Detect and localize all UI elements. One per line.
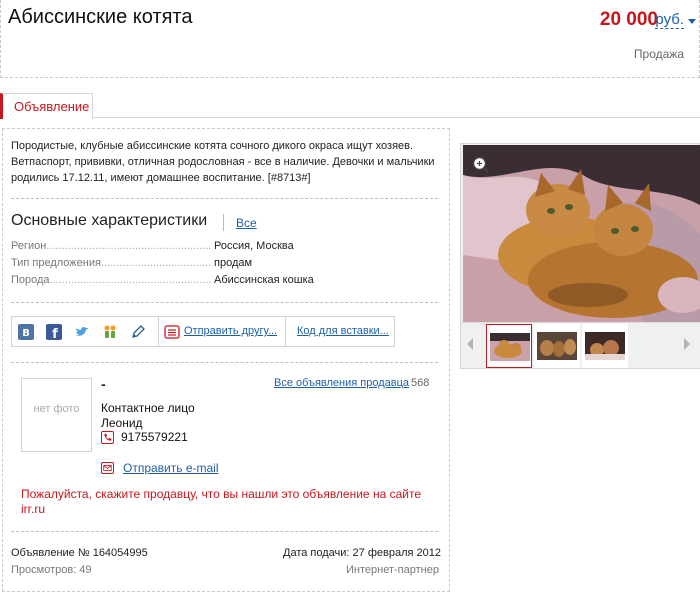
characteristic-key: Порода	[11, 274, 211, 286]
divider	[11, 362, 438, 363]
gallery-thumbnail[interactable]	[534, 324, 580, 368]
share-bar: B f Отправить другу... Код для вставки..…	[11, 316, 395, 347]
zoom-icon[interactable]	[472, 156, 490, 174]
deal-type: Продажа	[633, 47, 684, 61]
odnoklassniki-icon[interactable]	[102, 324, 118, 340]
seller-notice: Пожалуйста, скажите продавцу, что вы наш…	[21, 487, 421, 516]
divider	[11, 302, 438, 303]
vkontakte-icon[interactable]: B	[18, 324, 34, 340]
price-value: 20 000	[599, 9, 658, 30]
chevron-left-icon[interactable]	[467, 338, 473, 350]
tab-bar	[0, 93, 700, 118]
divider	[11, 531, 438, 532]
views-count: Просмотров: 49	[11, 564, 92, 576]
email-icon[interactable]	[101, 462, 114, 474]
send-to-friend-link[interactable]: Отправить другу...	[184, 325, 277, 337]
main-photo[interactable]	[463, 145, 700, 322]
currency-selector[interactable]: руб.	[655, 12, 684, 29]
contact-person: Контактное лицо Леонид	[101, 401, 195, 431]
seller-avatar: нет фото	[21, 378, 92, 452]
send-email-link[interactable]: Отправить e-mail	[123, 461, 219, 475]
svg-text:B: B	[22, 328, 30, 339]
tab-ad[interactable]: Объявление	[0, 93, 93, 119]
characteristic-row: Регион Россия, Москва	[11, 240, 431, 256]
characteristics-title: Основные характеристики	[11, 212, 208, 229]
divider	[285, 317, 286, 346]
twitter-icon[interactable]	[74, 324, 90, 340]
partner-label: Интернет-партнер	[346, 564, 439, 576]
contact-name: Леонид	[101, 416, 143, 430]
gallery-thumbnail[interactable]	[582, 324, 628, 368]
chevron-down-icon[interactable]	[688, 19, 696, 24]
svg-text:f: f	[52, 327, 58, 340]
ad-description: Породистые, клубные абиссинские котята с…	[11, 140, 435, 184]
ad-number: Объявление № 164054995	[11, 547, 148, 559]
thumbnail-image	[585, 332, 625, 360]
contact-label: Контактное лицо	[101, 401, 195, 415]
page-title: Абиссинские котята	[8, 6, 193, 28]
embed-code-link[interactable]: Код для вставки...	[297, 325, 389, 337]
characteristic-key: Тип предложения	[11, 257, 211, 269]
seller-ads-count: 568	[411, 377, 430, 389]
characteristic-row: Тип предложения продам	[11, 257, 431, 273]
characteristic-row: Порода Абиссинская кошка	[11, 274, 431, 290]
facebook-icon[interactable]: f	[46, 324, 62, 340]
divider	[11, 198, 438, 199]
seller-phone: 9175579221	[121, 430, 188, 444]
characteristic-value: Россия, Москва	[213, 240, 294, 252]
characteristic-value: продам	[213, 257, 253, 269]
phone-icon	[101, 431, 114, 444]
seller-name: -	[101, 376, 106, 392]
divider	[158, 317, 159, 346]
livejournal-icon[interactable]	[130, 324, 146, 340]
gallery-thumbnail[interactable]	[486, 324, 532, 368]
characteristic-value: Абиссинская кошка	[213, 274, 314, 286]
all-characteristics-link[interactable]: Все	[236, 216, 257, 230]
chevron-right-icon[interactable]	[684, 338, 690, 350]
characteristic-key: Регион	[11, 240, 211, 252]
thumbnail-image	[490, 333, 530, 361]
thumbnail-image	[537, 332, 577, 360]
divider	[223, 214, 224, 231]
mail-icon[interactable]	[164, 324, 180, 340]
submission-date: Дата подачи: 27 февраля 2012	[283, 547, 441, 559]
all-seller-ads-link[interactable]: Все объявления продавца	[274, 377, 409, 389]
